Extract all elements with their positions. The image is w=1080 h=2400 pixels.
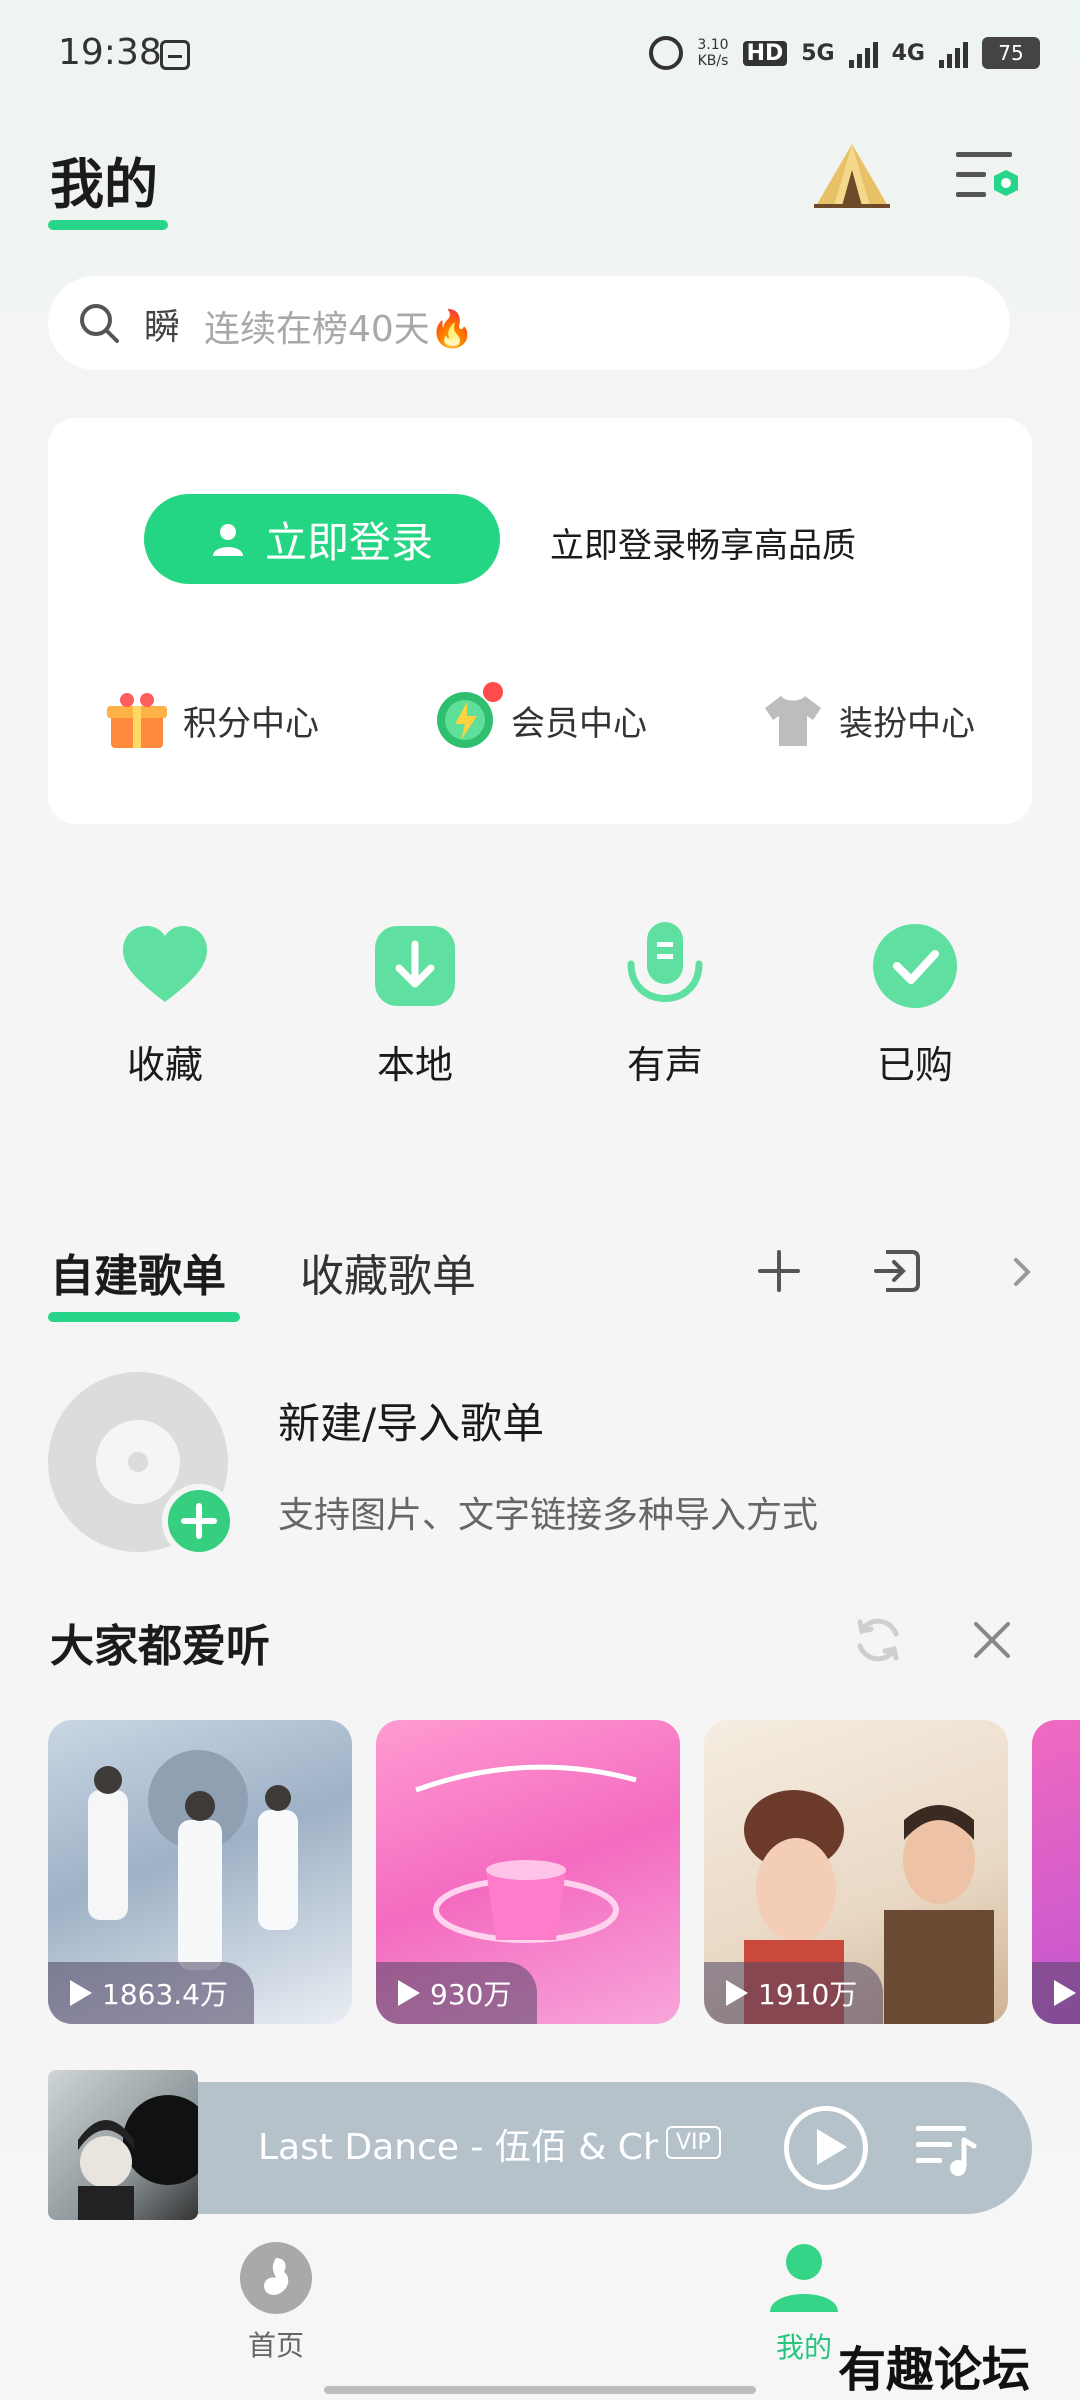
decoration-center[interactable]: 装扮中心 [761,688,975,752]
tent-icon[interactable] [812,140,892,210]
playlist-name[interactable]: 新歌榜 [376,2050,478,2060]
vip-badge: VIP [666,2126,721,2159]
nav-me[interactable]: 我的 [766,2240,842,2366]
play-count-badge: 1863.4万 [48,1962,254,2024]
microphone-icon [627,922,703,1002]
favorites-label: 收藏 [126,1043,203,1087]
points-center-label: 积分中心 [183,703,319,744]
favorites-entry[interactable]: 收藏 [75,920,255,1089]
refresh-icon[interactable] [852,1614,904,1666]
heart-icon [123,926,207,1002]
playlist-card[interactable]: 930万 [376,1720,680,2024]
play-icon [1054,1980,1076,2006]
tab-my-playlists[interactable]: 自建歌单 [50,1240,226,1304]
home-indicator[interactable] [324,2386,756,2394]
login-button-label: 立即登录 [264,518,433,566]
add-circle-icon [162,1484,236,1558]
gift-icon [107,693,167,748]
playlist-card[interactable] [1032,1720,1080,2024]
battery-icon: 75 [982,37,1040,69]
account-card: 立即登录 立即登录畅享高品质 积分中心 会员中心 装扮中心 [48,418,1032,824]
title-underline [48,220,168,230]
quick-entries: 收藏 本地 有声 已购 [0,920,1080,1089]
section-title: 大家都爱听 [50,1621,270,1672]
login-button[interactable]: 立即登录 [144,494,500,584]
watermark: 有趣论坛 [838,2342,1031,2398]
recommend-list: 1863.4万 飙升榜 930万 新歌榜 1910万 热歌榜 流行 [48,1720,1080,2060]
purchased-label: 已购 [876,1043,953,1087]
playlist-card[interactable]: 1863.4万 [48,1720,352,2024]
alarm-icon [649,36,684,70]
play-icon [398,1980,420,2006]
search-icon [80,304,119,343]
download-icon [375,926,455,1006]
chevron-right-icon[interactable] [1012,1256,1034,1288]
home-music-icon [240,2242,312,2314]
play-count-badge: 930万 [376,1962,538,2024]
tab-underline [48,1312,240,1322]
vip-badge-icon [433,682,503,752]
message-icon [160,40,190,70]
play-icon [726,1980,748,2006]
nav-home-label: 首页 [247,2329,304,2362]
purchased-entry[interactable]: 已购 [825,920,1005,1089]
settings-menu-icon[interactable] [954,148,1024,204]
tab-favorite-playlists[interactable]: 收藏歌单 [300,1240,476,1304]
user-icon [212,524,243,556]
song-title: Last Dance - 伍佰 & China Blue [258,2127,658,2168]
signal-4g-label: 4G [891,40,925,66]
audio-label: 有声 [626,1043,703,1087]
audio-entry[interactable]: 有声 [575,920,755,1089]
status-bar: 19:38 3.10 KB/s HD 5G 4G 75 [0,0,1080,110]
vip-center-label: 会员中心 [511,703,647,744]
hd-icon: HD [742,40,788,66]
play-count-badge: 1910万 [704,1962,884,2024]
net-speed: 3.10 KB/s [697,37,729,69]
decoration-center-label: 装扮中心 [839,703,975,744]
playlist-queue-icon[interactable] [914,2118,978,2178]
new-playlist-disc[interactable] [48,1372,236,1558]
search-hint: 连续在榜40天🔥 [204,309,475,350]
search-keyword: 瞬 [144,307,181,348]
signal-5g-label: 5G [801,40,835,66]
clock: 19:38 [58,32,162,73]
close-icon[interactable] [970,1618,1014,1662]
new-playlist-subtitle: 支持图片、文字链接多种导入方式 [278,1495,819,1536]
vip-center[interactable]: 会员中心 [433,682,647,752]
signal-icon-2 [939,38,968,68]
local-entry[interactable]: 本地 [325,920,505,1089]
playlist-name[interactable]: 飙升榜 [48,2050,150,2060]
nav-home[interactable]: 首页 [240,2242,312,2364]
playlist-name[interactable]: 热歌榜 [704,2050,806,2060]
check-icon [873,924,957,1008]
tshirt-icon [765,696,821,746]
search-bar[interactable]: 瞬 连续在榜40天🔥 [48,276,1010,370]
new-playlist-title[interactable]: 新建/导入歌单 [278,1390,544,1451]
playlist-card[interactable]: 1910万 [704,1720,1008,2024]
points-center[interactable]: 积分中心 [105,688,319,752]
nav-me-label: 我的 [775,2331,832,2364]
disc-hole [128,1452,148,1472]
page-title: 我的 [50,153,158,216]
local-label: 本地 [376,1043,453,1087]
signal-icon [848,38,878,68]
playlist-name[interactable]: 流行 [1032,2050,1080,2060]
play-button[interactable] [784,2106,868,2190]
album-art [78,2095,198,2220]
login-hint: 立即登录畅享高品质 [550,526,856,566]
play-icon [70,1980,92,2006]
mini-player[interactable]: Last Dance - 伍佰 & China Blue VIP [48,2070,1032,2220]
profile-icon [770,2244,838,2312]
notification-dot [483,682,503,702]
add-playlist-icon[interactable] [756,1248,802,1294]
play-count-badge [1032,1962,1080,2024]
import-icon[interactable] [872,1248,922,1294]
album-cover[interactable] [48,2070,198,2220]
